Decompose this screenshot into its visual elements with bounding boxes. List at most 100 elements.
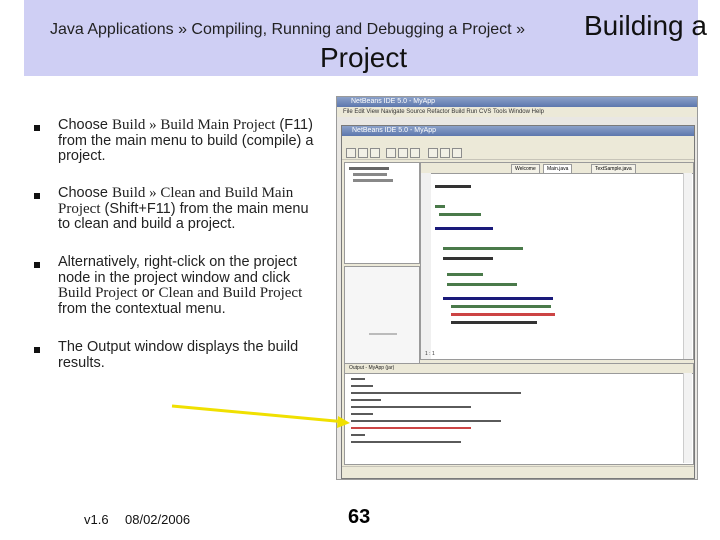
code-line [435, 227, 493, 230]
window-titlebar: NetBeans IDE 5.0 - MyApp [342, 126, 694, 136]
tab-main-java[interactable]: Main.java [543, 164, 573, 174]
menu-path: Build Project [58, 285, 138, 301]
menu-refactor[interactable]: Refactor [427, 109, 450, 115]
menu-file[interactable]: File [343, 109, 353, 115]
bullet-2: Choose Build » Clean and Build Main Proj… [58, 185, 348, 233]
text: to clean and build a project. [58, 216, 236, 232]
code-line [443, 297, 553, 300]
bullet-marker [34, 193, 40, 199]
menu-bar [342, 136, 694, 145]
bullet-marker [34, 125, 40, 131]
menu-view[interactable]: View [366, 109, 379, 115]
output-line [351, 434, 365, 436]
save-icon[interactable] [370, 148, 380, 158]
bullet-marker [34, 262, 40, 268]
menu-bar: File Edit View Navigate Source Refactor … [337, 107, 697, 117]
code-line [451, 305, 551, 308]
code-line [451, 313, 555, 316]
output-tab-bar: Output - MyApp (jar) [345, 364, 693, 374]
text: project. [58, 148, 106, 164]
window-title: NetBeans IDE 5.0 - MyApp [351, 98, 436, 105]
menu-source[interactable]: Source [406, 109, 425, 115]
paste-icon[interactable] [410, 148, 420, 158]
output-line [351, 441, 461, 443]
code-line [443, 257, 493, 260]
menu-path: Build » Build Main Project [112, 117, 276, 133]
text: or [137, 285, 159, 301]
code-line [451, 321, 537, 324]
text: (F11) [275, 117, 313, 133]
text: Choose [58, 117, 113, 133]
editor-scrollbar[interactable] [683, 173, 692, 359]
new-file-icon[interactable] [346, 148, 356, 158]
tree-node[interactable] [353, 173, 387, 176]
text: results. [58, 354, 105, 371]
window-title: NetBeans IDE 5.0 - MyApp [352, 127, 437, 134]
text: node in the project window and click [58, 269, 291, 286]
output-line [351, 420, 501, 422]
bullet-marker [34, 347, 40, 353]
output-scrollbar[interactable] [683, 373, 692, 463]
output-line [351, 392, 521, 394]
cursor-position: 1 : 1 [425, 351, 435, 357]
text: (Shift+F11) from the main menu [100, 200, 309, 217]
text: from the contextual menu. [58, 300, 226, 317]
menu-path: Project [58, 200, 101, 217]
output-title[interactable]: Output - MyApp (jar) [349, 364, 394, 373]
output-line [351, 413, 373, 415]
output-line [351, 406, 471, 408]
run-icon[interactable] [440, 148, 450, 158]
arrow-line [171, 404, 347, 424]
slide-title-part1: Building a [584, 10, 707, 41]
menu-path: Build » Clean and Build Main [112, 185, 294, 201]
code-editor[interactable]: Welcome Main.java TextSample.java 1 : 1 [420, 162, 694, 360]
code-line [435, 205, 445, 208]
line-gutter [421, 173, 431, 359]
menu-items: File Edit View Navigate Source Refactor … [343, 107, 544, 117]
editor-tab-bar: Welcome Main.java TextSample.java [421, 163, 693, 174]
slide-title-part2: Project [320, 42, 408, 73]
footer-version: v1.6 [84, 512, 109, 527]
breadcrumb: Java Applications » Compiling, Running a… [50, 21, 525, 38]
debug-icon[interactable] [452, 148, 462, 158]
ide-front-window: NetBeans IDE 5.0 - MyApp Welcome Main.ja… [341, 125, 695, 479]
window-titlebar: NetBeans IDE 5.0 - MyApp [337, 97, 697, 107]
text: Choose [58, 185, 113, 201]
tree-node[interactable] [353, 179, 393, 182]
tree-node[interactable] [349, 167, 389, 170]
bullet-3: Alternatively, right-click on the projec… [58, 254, 348, 317]
text: from the main menu to build (compile) a [58, 132, 314, 149]
footer-date: 08/02/2006 [125, 512, 191, 527]
code-line [435, 185, 471, 188]
output-line [351, 385, 373, 387]
build-icon[interactable] [428, 148, 438, 158]
code-line [447, 273, 483, 276]
page-number: 63 [348, 506, 371, 528]
placeholder-text [369, 333, 397, 335]
output-line [351, 378, 365, 380]
tab-textsample-java[interactable]: TextSample.java [591, 164, 636, 174]
menu-navigate[interactable]: Navigate [381, 109, 405, 115]
menu-path: Clean and Build Project [158, 285, 303, 301]
text: The Output window displays the build [58, 339, 299, 355]
bullet-4: The Output window displays the build res… [58, 339, 348, 371]
menu-window[interactable]: Window [509, 109, 530, 115]
menu-edit[interactable]: Edit [354, 109, 364, 115]
bullet-1: Choose Build » Build Main Project (F11) … [58, 117, 348, 165]
status-bar [342, 466, 694, 477]
projects-panel[interactable] [344, 162, 420, 264]
open-icon[interactable] [358, 148, 368, 158]
text: Alternatively, right-click on the projec… [58, 254, 298, 270]
menu-run[interactable]: Run [466, 109, 477, 115]
output-window[interactable]: Output - MyApp (jar) [344, 363, 694, 465]
menu-tools[interactable]: Tools [493, 109, 507, 115]
menu-build[interactable]: Build [451, 109, 464, 115]
ide-screenshot: NetBeans IDE 5.0 - MyApp File Edit View … [336, 96, 698, 480]
code-line [439, 213, 481, 216]
code-line [447, 283, 517, 286]
tab-welcome[interactable]: Welcome [511, 164, 540, 174]
cut-icon[interactable] [386, 148, 396, 158]
copy-icon[interactable] [398, 148, 408, 158]
menu-help[interactable]: Help [532, 109, 544, 115]
menu-cvs[interactable]: CVS [479, 109, 491, 115]
